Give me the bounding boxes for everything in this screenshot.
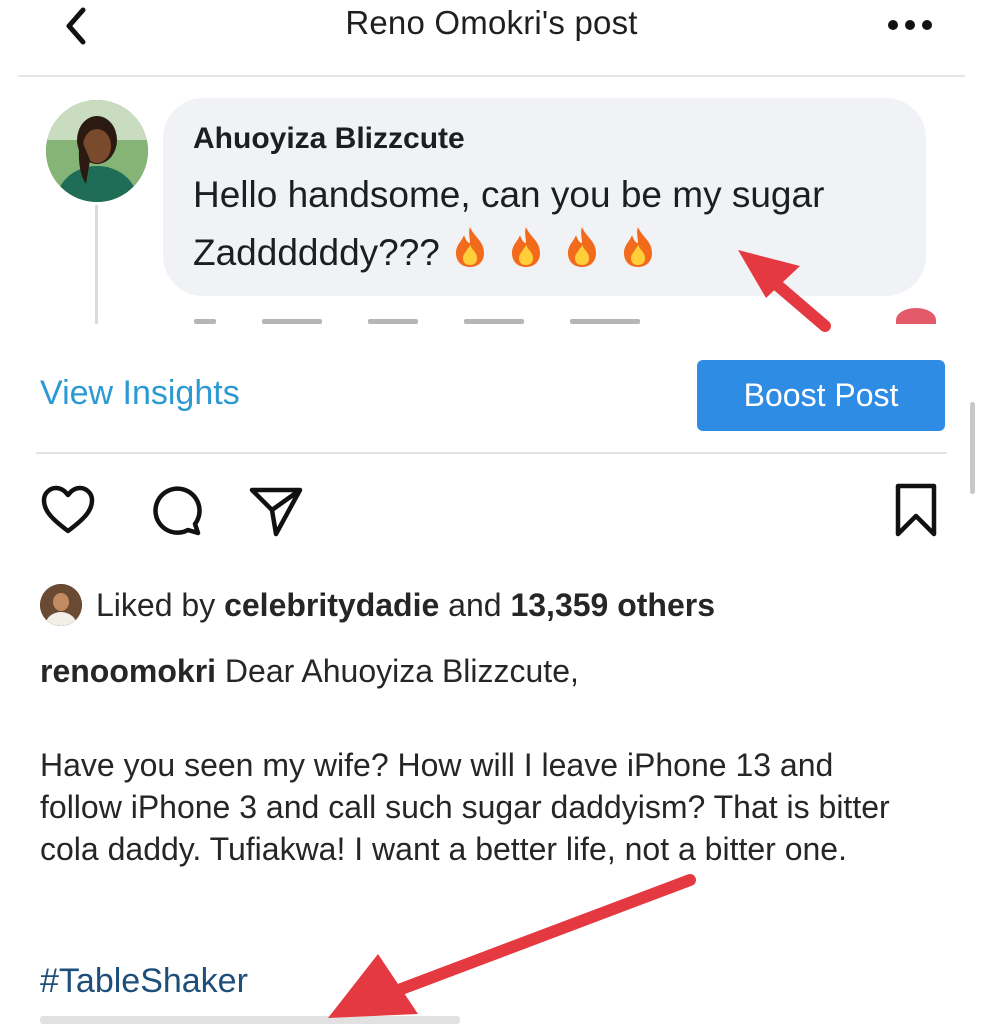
fire-emoji-group xyxy=(440,227,664,273)
liker-avatar xyxy=(40,584,82,626)
cutoff-text-line xyxy=(40,1016,460,1024)
more-options-button[interactable] xyxy=(880,10,940,40)
likes-middle: and xyxy=(448,586,502,623)
avatar-image xyxy=(46,100,148,202)
comment-meta-cutoff xyxy=(194,306,640,324)
comment-author[interactable]: Ahuoyiza Blizzcute xyxy=(193,122,465,156)
likes-count[interactable]: 13,359 others xyxy=(510,587,715,624)
page-title: Reno Omokri's post xyxy=(345,4,638,41)
save-button[interactable] xyxy=(886,480,946,540)
like-button[interactable] xyxy=(38,480,98,540)
share-button[interactable] xyxy=(246,480,306,540)
hashtag-link[interactable]: #TableShaker xyxy=(40,962,248,1001)
insights-bar: View Insights Boost Post xyxy=(0,340,983,452)
caption-greeting: Dear Ahuoyiza Blizzcute, xyxy=(224,653,579,689)
likes-user[interactable]: celebritydadie xyxy=(224,587,439,624)
comment-bubble: Ahuoyiza Blizzcute Hello handsome, can y… xyxy=(163,98,926,296)
heart-icon xyxy=(41,485,95,534)
insights-divider xyxy=(36,452,947,454)
caption-username[interactable]: renoomokri xyxy=(40,653,216,689)
boost-post-button[interactable]: Boost Post xyxy=(697,360,945,431)
fire-icon xyxy=(511,227,540,267)
commenter-avatar[interactable] xyxy=(46,100,148,202)
view-insights-link[interactable]: View Insights xyxy=(40,374,240,413)
annotation-arrow-bottom xyxy=(328,874,696,1018)
thread-line xyxy=(95,205,98,324)
send-icon xyxy=(249,487,303,537)
comment-icon xyxy=(153,486,202,536)
header-divider xyxy=(18,75,965,77)
caption-header: renoomokri Dear Ahuoyiza Blizzcute, xyxy=(40,650,940,692)
likes-prefix: Liked by xyxy=(96,586,216,623)
fire-icon xyxy=(623,227,652,267)
fire-icon xyxy=(567,227,596,267)
caption-body: Have you seen my wife? How will I leave … xyxy=(40,747,890,867)
comment-section: Ahuoyiza Blizzcute Hello handsome, can y… xyxy=(0,80,983,324)
comment-button[interactable] xyxy=(146,480,206,540)
reaction-icon xyxy=(896,308,936,324)
fire-icon xyxy=(455,227,484,267)
post-header: Reno Omokri's post xyxy=(0,0,983,77)
comment-text: Hello handsome, can you be my sugar Zadd… xyxy=(193,166,913,282)
bookmark-icon xyxy=(895,483,937,537)
more-horizontal-icon xyxy=(888,20,932,30)
post-actions xyxy=(0,480,983,550)
likes-summary[interactable]: Liked by celebritydadie and 13,359 other… xyxy=(40,583,715,627)
